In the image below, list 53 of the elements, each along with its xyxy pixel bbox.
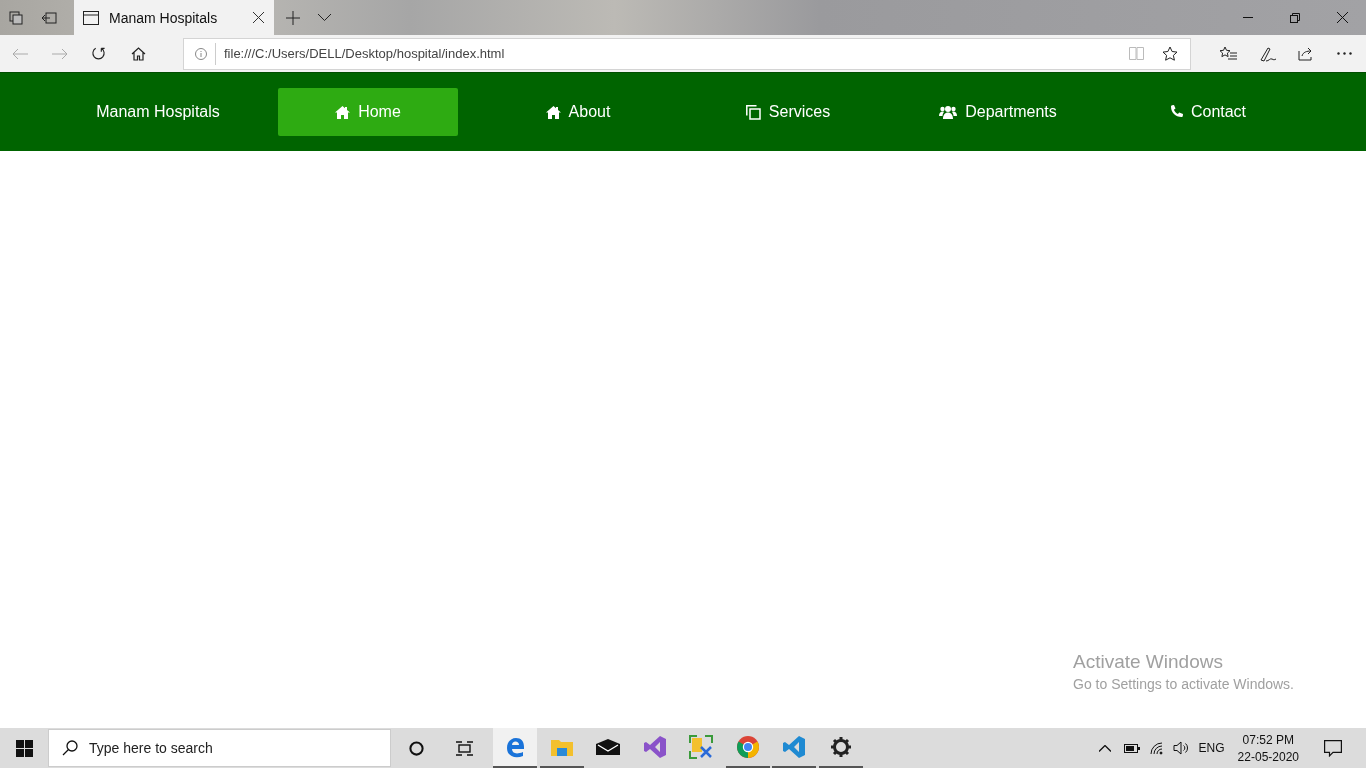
search-icon	[62, 740, 78, 756]
back-tab-icon[interactable]	[41, 11, 57, 24]
brand-name[interactable]: Manam Hospitals	[68, 103, 248, 121]
activation-message: Go to Settings to activate Windows.	[1073, 676, 1294, 692]
star-icon[interactable]	[1162, 45, 1178, 62]
chevron-down-icon[interactable]	[318, 14, 331, 21]
address-field[interactable]: file:///C:/Users/DELL/Desktop/hospital/index.html	[183, 37, 1191, 70]
wifi-icon[interactable]	[1149, 741, 1165, 755]
envelope-icon	[596, 739, 620, 755]
notification-icon[interactable]	[1324, 739, 1342, 757]
speaker-icon[interactable]	[1172, 741, 1189, 755]
phone-icon	[1169, 105, 1183, 119]
tab-title: Manam Hospitals	[109, 9, 219, 26]
restore-icon[interactable]	[1290, 12, 1300, 23]
tabs-aside-icon[interactable]	[9, 10, 23, 25]
home-icon	[335, 105, 351, 119]
diamond-logo-icon	[642, 735, 667, 759]
refresh-icon[interactable]	[91, 46, 106, 61]
copy-icon	[745, 104, 761, 120]
windows-start-icon[interactable]	[16, 739, 33, 757]
battery-icon[interactable]	[1123, 743, 1140, 753]
nav-link[interactable]: Contact	[1118, 88, 1298, 136]
page-icon	[83, 10, 99, 25]
home-icon	[545, 105, 561, 119]
circle-logo-icon	[735, 735, 760, 759]
favorites-list-icon[interactable]	[1219, 46, 1237, 61]
close-icon[interactable]	[1337, 12, 1348, 23]
browser-e-icon	[504, 736, 526, 758]
new-tab-icon[interactable]	[286, 10, 300, 25]
nav-link[interactable]: Departments	[908, 88, 1088, 136]
tools-icon	[689, 735, 713, 759]
nav-link[interactable]: About	[488, 88, 668, 136]
url-text: file:///C:/Users/DELL/Desktop/hospital/index.html	[215, 42, 505, 65]
gear-icon	[830, 737, 851, 757]
cortana-circle-icon[interactable]	[409, 740, 424, 756]
taskbar-app[interactable]	[493, 728, 537, 768]
close-icon[interactable]	[253, 12, 264, 23]
browser-tab[interactable]: Manam Hospitals	[74, 0, 274, 35]
pen-icon[interactable]	[1259, 45, 1276, 62]
task-view-icon[interactable]	[456, 740, 473, 756]
users-icon	[939, 104, 958, 120]
share-icon[interactable]	[1298, 46, 1315, 61]
info-icon	[195, 47, 207, 60]
nav-link[interactable]: Services	[698, 88, 878, 136]
home-icon[interactable]	[131, 46, 146, 61]
language-indicator[interactable]: ENG	[1198, 741, 1225, 755]
more-icon[interactable]	[1337, 52, 1352, 55]
chevron-up-icon[interactable]	[1098, 744, 1111, 752]
taskbar-search-field[interactable]: Type here to search	[48, 729, 391, 767]
code-editor-icon	[782, 735, 806, 759]
folder-icon	[550, 738, 573, 756]
activation-title: Activate Windows	[1073, 651, 1224, 673]
clock[interactable]: 07:52 PM 22-05-2020	[1237, 732, 1299, 764]
